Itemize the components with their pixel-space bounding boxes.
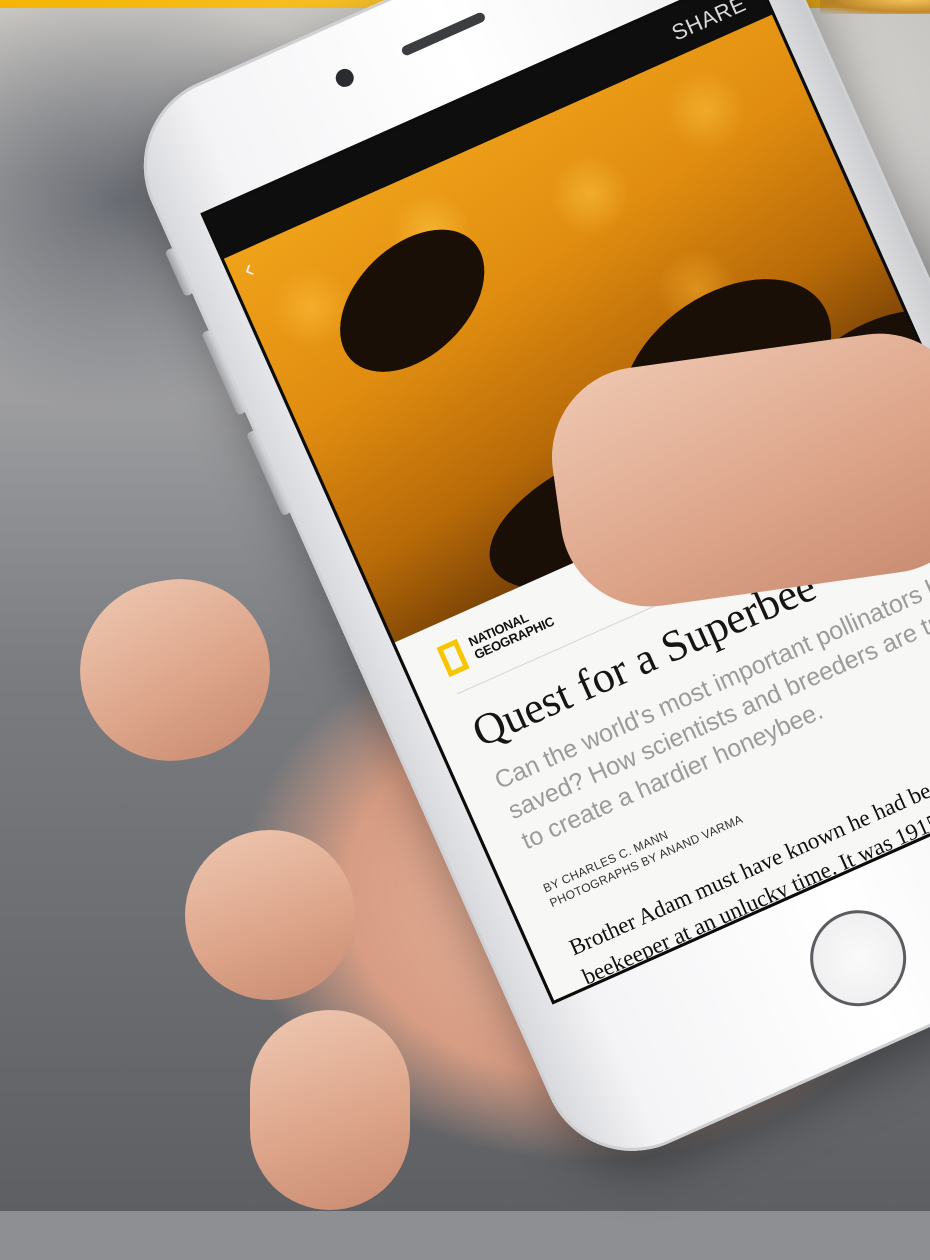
bee-silhouette-1 <box>312 202 512 400</box>
left-finger-3 <box>250 1010 410 1210</box>
corner-highlight <box>820 0 930 14</box>
publisher-name: NATIONAL GEOGRAPHIC <box>466 602 556 662</box>
national-geographic-logo <box>436 638 470 678</box>
left-finger-2 <box>185 830 355 1000</box>
